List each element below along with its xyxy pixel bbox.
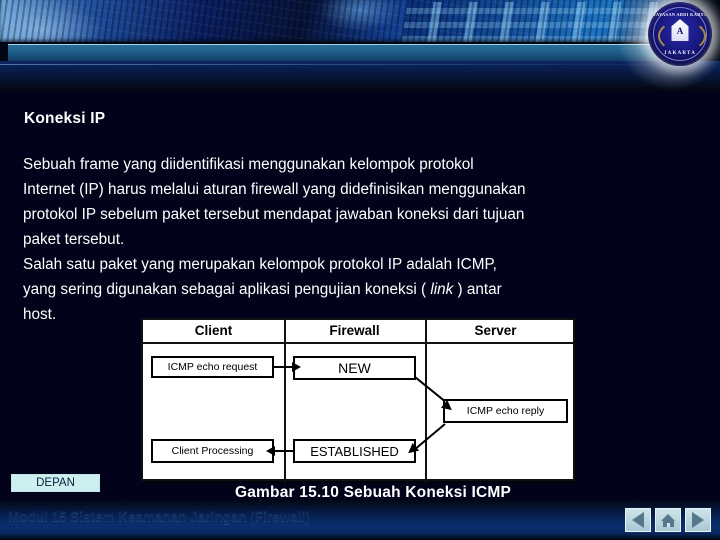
page-title: Koneksi IP (24, 110, 106, 127)
paragraph-line: Salah satu paket yang merupakan kelompok… (23, 256, 497, 273)
next-arrow-icon (692, 512, 704, 528)
institution-logo: A YAYASAN ABDI KARYA JAKARTA (648, 2, 712, 66)
slide-banner: A YAYASAN ABDI KARYA JAKARTA (0, 0, 720, 92)
arrow-shaft (414, 376, 446, 402)
logo-bottom-text: JAKARTA (663, 51, 697, 56)
banner-teal-bar (8, 44, 688, 62)
diagram-column-header-client: Client (194, 323, 233, 338)
body-paragraph: Sebuah frame yang diidentifikasi menggun… (23, 152, 697, 327)
banner-dark-bar (0, 61, 720, 92)
diagram-arrow-established-to-client (266, 446, 293, 456)
diagram-node-new: NEW (293, 356, 416, 380)
depan-button[interactable]: DEPAN (11, 474, 100, 492)
navigation-controls (625, 508, 713, 532)
diagram-node-icmp-echo-reply: ICMP echo reply (443, 399, 568, 423)
paragraph-line: Internet (IP) harus melalui aturan firew… (23, 181, 526, 198)
diagram-node-established: ESTABLISHED (293, 439, 416, 463)
prev-arrow-icon (632, 512, 644, 528)
home-slide-button[interactable] (655, 508, 681, 532)
banner-photo-overlay (0, 0, 688, 42)
paragraph-line: paket tersebut. (23, 231, 125, 248)
paragraph-line: Sebuah frame yang diidentifikasi menggun… (23, 156, 474, 173)
diagram-node-client-processing: Client Processing (151, 439, 274, 463)
diagram-arrow-request-to-new (274, 362, 301, 372)
footer-text: Modul 15 Sistem Keamanan Jaringan (Firew… (8, 509, 310, 524)
paragraph-line: protokol IP sebelum paket tersebut menda… (23, 206, 525, 223)
logo-top-text: YAYASAN ABDI KARYA (652, 12, 708, 17)
icmp-connection-diagram: Client Firewall Server ICMP echo request… (141, 318, 575, 483)
next-slide-button[interactable] (685, 508, 711, 532)
diagram-column-header-firewall: Firewall (329, 323, 380, 338)
home-icon (660, 513, 676, 527)
diagram-node-icmp-echo-request: ICMP echo request (151, 356, 274, 378)
diagram-column-divider (284, 320, 286, 483)
diagram-column-divider (425, 320, 427, 483)
prev-slide-button[interactable] (625, 508, 651, 532)
slide-content: Koneksi IP Sebuah frame yang diidentifik… (0, 92, 720, 501)
diagram-column-header-server: Server (474, 323, 517, 338)
logo-center-letter: A (676, 26, 684, 37)
banner-highlight-line (0, 64, 700, 65)
paragraph-line: yang sering digunakan sebagai aplikasi p… (23, 281, 502, 298)
